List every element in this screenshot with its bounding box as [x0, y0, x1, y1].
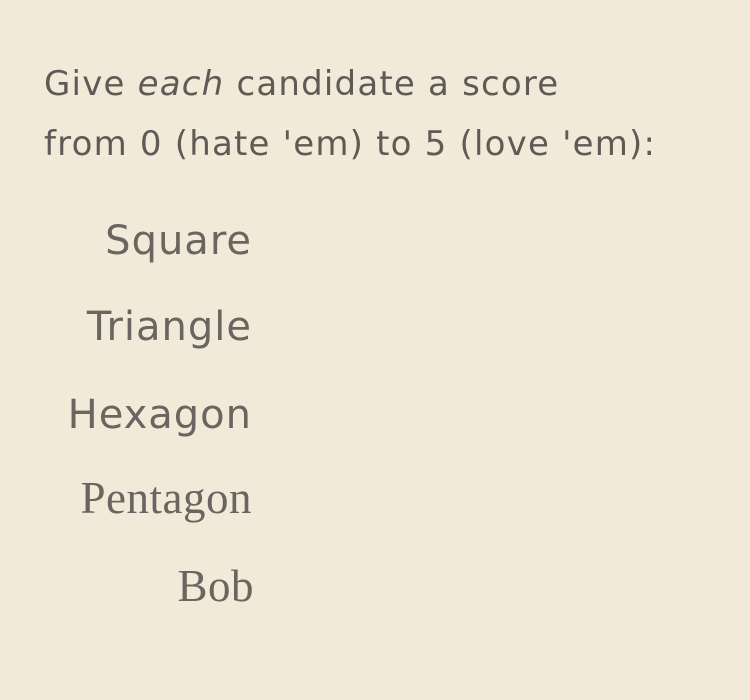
candidate-label-bob: Bob: [177, 561, 254, 611]
instructions-suffix: candidate a score: [224, 64, 560, 104]
instructions-emphasis: each: [137, 64, 225, 104]
instructions-line-2: from 0 (hate 'em) to 5 (love 'em):: [44, 124, 657, 164]
candidate-label-pentagon: Pentagon: [80, 473, 252, 523]
candidate-label-triangle: Triangle: [86, 304, 252, 350]
instructions-line-1: Give each candidate a score: [44, 54, 734, 114]
candidate-label-square: Square: [105, 218, 252, 264]
candidate-label-hexagon: Hexagon: [67, 392, 252, 438]
instructions-prefix: Give: [44, 64, 138, 104]
instructions-text: Give each candidate a score from 0 (hate…: [44, 54, 734, 174]
